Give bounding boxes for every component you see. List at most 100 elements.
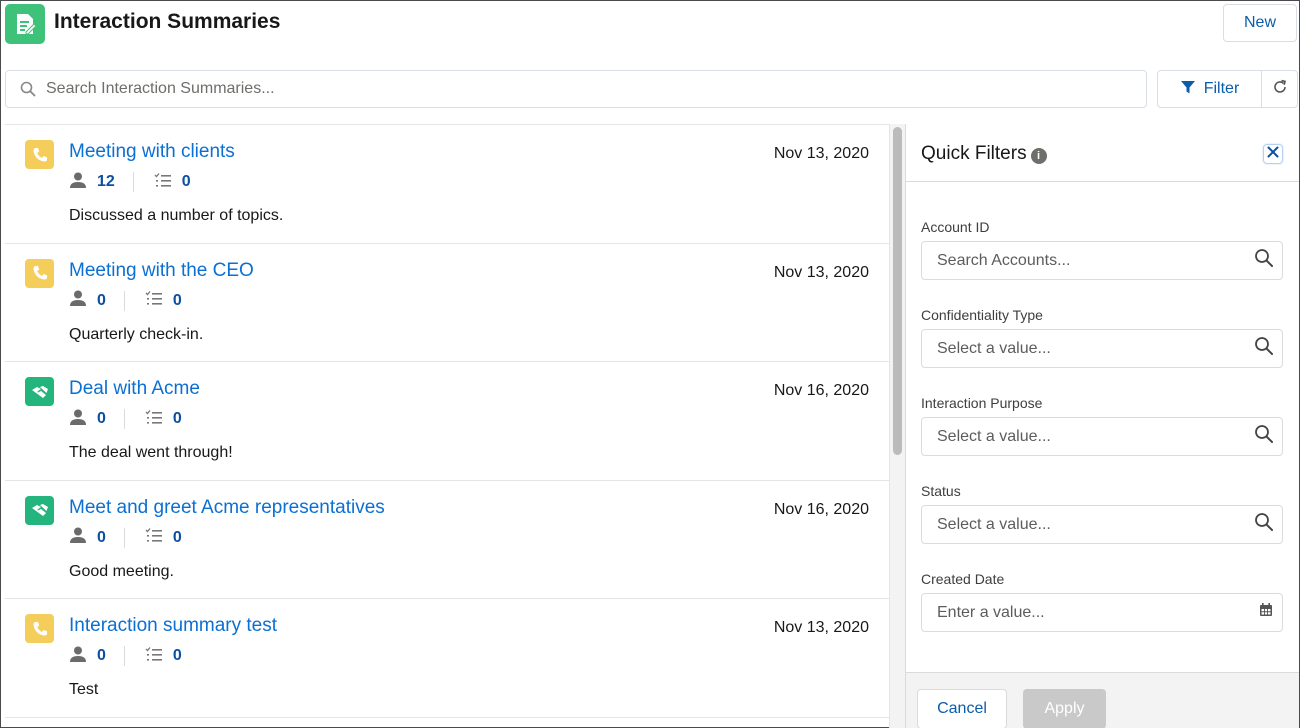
- item-meta: 0 0: [69, 645, 182, 667]
- meta-divider: [132, 172, 134, 192]
- participants-icon: [69, 172, 87, 193]
- phone-icon: [25, 258, 54, 288]
- participants-count: 12: [97, 173, 115, 190]
- item-description: Discussed a number of topics.: [69, 207, 284, 224]
- status-field: Status: [921, 483, 1283, 544]
- phone-icon: [25, 140, 54, 169]
- search-icon: [20, 81, 36, 97]
- filter-icon: [1180, 79, 1196, 100]
- list-item[interactable]: Meeting with clients Nov 13, 2020 12 0 D…: [5, 125, 889, 244]
- status-input[interactable]: [937, 515, 1254, 534]
- interaction-list: Meeting with clients Nov 13, 2020 12 0 D…: [5, 124, 889, 728]
- confidentiality-type-field: Confidentiality Type: [921, 307, 1283, 368]
- input-wrapper: [921, 241, 1283, 280]
- participants-count: 0: [97, 291, 106, 309]
- item-meta: 0 0: [69, 408, 182, 430]
- scrollbar-thumb[interactable]: [893, 127, 902, 455]
- action-items-count: 0: [172, 291, 182, 309]
- page-header: Interaction Summaries New: [1, 1, 1299, 63]
- item-description: The deal went through!: [69, 444, 233, 461]
- meta-divider: [123, 646, 125, 666]
- refresh-button[interactable]: [1262, 71, 1297, 107]
- search-icon[interactable]: [1254, 512, 1274, 537]
- search-icon[interactable]: [1254, 424, 1274, 449]
- participants-icon: [69, 646, 87, 667]
- info-icon[interactable]: i: [1030, 147, 1047, 164]
- item-meta: 0 0: [69, 290, 182, 312]
- input-wrapper: [921, 505, 1283, 544]
- interaction-purpose-input[interactable]: [937, 427, 1254, 446]
- action-items-count: 0: [172, 647, 182, 664]
- item-title-link[interactable]: Meeting with the CEO: [69, 260, 254, 282]
- action-items-icon: [145, 409, 163, 430]
- action-items-count: 0: [181, 173, 191, 190]
- item-date: Nov 13, 2020: [773, 619, 869, 636]
- filter-button-group: Filter: [1157, 70, 1298, 108]
- new-button[interactable]: New: [1223, 4, 1297, 42]
- item-title-link[interactable]: Deal with Acme: [69, 378, 200, 400]
- item-date: Nov 13, 2020: [773, 263, 869, 281]
- handshake-icon: [25, 377, 54, 406]
- participants-count: 0: [97, 528, 106, 546]
- action-items-icon: [145, 527, 163, 548]
- action-items-icon: [145, 290, 163, 311]
- cancel-button[interactable]: Cancel: [917, 689, 1007, 728]
- list-item[interactable]: Meeting with the CEO Nov 13, 2020 0 0 Qu…: [5, 244, 889, 362]
- filter-button[interactable]: Filter: [1158, 71, 1262, 107]
- field-label: Confidentiality Type: [921, 307, 1043, 323]
- action-items-icon: [154, 172, 172, 193]
- list-item[interactable]: Interaction summary test Nov 13, 2020 0 …: [5, 599, 889, 718]
- meta-divider: [123, 527, 125, 548]
- item-description: Good meeting.: [69, 562, 174, 580]
- panel-title-wrap: Quick Filters i: [921, 143, 1047, 165]
- quick-filters-panel: Quick Filters i Account ID Confidentiali…: [905, 124, 1299, 728]
- interaction-purpose-field: Interaction Purpose: [921, 395, 1283, 456]
- search-bar[interactable]: [5, 70, 1147, 108]
- list-scrollbar[interactable]: [889, 124, 905, 728]
- handshake-icon: [25, 495, 54, 525]
- meta-divider: [123, 290, 125, 311]
- item-title-link[interactable]: Interaction summary test: [69, 615, 277, 637]
- list-item[interactable]: Deal with Acme Nov 16, 2020 0 0 The deal…: [5, 362, 889, 481]
- item-date: Nov 16, 2020: [773, 382, 869, 399]
- page-title: Interaction Summaries: [54, 10, 281, 33]
- field-label: Interaction Purpose: [921, 395, 1043, 411]
- action-items-icon: [145, 646, 163, 667]
- search-icon[interactable]: [1254, 248, 1274, 273]
- interaction-summary-icon: [5, 4, 45, 44]
- panel-header: Quick Filters i: [906, 124, 1299, 182]
- search-input[interactable]: [46, 80, 1146, 98]
- created-date-input[interactable]: [937, 603, 1258, 622]
- item-title-link[interactable]: Meet and greet Acme representatives: [69, 497, 385, 519]
- refresh-icon: [1272, 79, 1288, 100]
- field-label: Account ID: [921, 219, 990, 235]
- item-description: Test: [69, 681, 99, 698]
- phone-icon: [25, 614, 54, 643]
- list-item[interactable]: Meet and greet Acme representatives Nov …: [5, 481, 889, 599]
- item-title-link[interactable]: Meeting with clients: [69, 141, 235, 163]
- calendar-icon[interactable]: [1258, 602, 1274, 623]
- action-items-count: 0: [172, 528, 182, 546]
- item-meta: 12 0: [69, 171, 191, 193]
- created-date-field: Created Date: [921, 571, 1283, 632]
- item-meta: 0 0: [69, 527, 182, 549]
- field-label: Status: [921, 483, 961, 499]
- action-items-count: 0: [172, 410, 182, 427]
- confidentiality-type-input[interactable]: [937, 339, 1254, 358]
- input-wrapper: [921, 417, 1283, 456]
- panel-title: Quick Filters: [921, 143, 1027, 164]
- account-id-field: Account ID: [921, 219, 1283, 280]
- search-icon[interactable]: [1254, 336, 1274, 361]
- filter-label: Filter: [1203, 80, 1240, 97]
- participants-icon: [69, 409, 87, 430]
- close-panel-button[interactable]: [1263, 144, 1283, 164]
- input-wrapper: [921, 593, 1283, 632]
- participants-icon: [69, 527, 87, 548]
- account-id-input[interactable]: [937, 251, 1254, 270]
- item-date: Nov 13, 2020: [773, 145, 869, 162]
- participants-icon: [69, 290, 87, 311]
- close-icon: [1267, 145, 1279, 163]
- apply-button[interactable]: Apply: [1023, 689, 1106, 728]
- participants-count: 0: [97, 410, 106, 427]
- item-date: Nov 16, 2020: [773, 500, 869, 518]
